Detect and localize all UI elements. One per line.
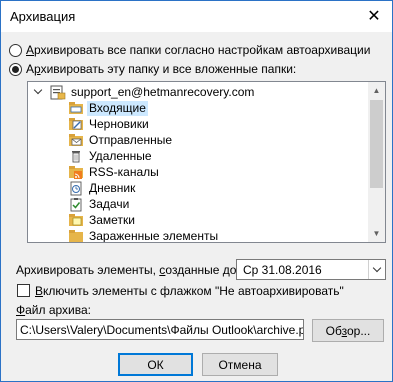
tree-item-label: Черновики: [89, 116, 149, 131]
radio-archive-all-circle[interactable]: [9, 43, 22, 57]
rss-icon: [68, 165, 84, 180]
include-no-autoarchive-label: Включить элементы с флажком "Не автоархи…: [35, 284, 344, 298]
archive-file-label: Файл архива:: [16, 303, 92, 317]
ok-button[interactable]: ОК: [118, 353, 193, 376]
tasks-icon: [68, 197, 84, 212]
radio-archive-this-folder-label: Архивировать эту папку и все вложенные п…: [26, 62, 297, 76]
radio-archive-all[interactable]: Архивировать все папки согласно настройк…: [9, 42, 370, 58]
tree-item-sent[interactable]: Отправленные: [68, 132, 174, 148]
tree-item-label: Зараженные элементы: [89, 228, 219, 243]
chevron-down-icon[interactable]: [34, 87, 44, 97]
tree-scrollbar[interactable]: ▲ ▼: [368, 82, 385, 242]
close-button[interactable]: ✕: [356, 1, 392, 31]
tree-item-deleted[interactable]: Удаленные: [68, 148, 154, 164]
radio-archive-this-folder[interactable]: Архивировать эту папку и все вложенные п…: [9, 61, 296, 77]
tree-item-label: Отправленные: [89, 132, 173, 147]
tree-account-row[interactable]: support_en@hetmanrecovery.com: [34, 84, 256, 100]
scroll-thumb[interactable]: [370, 100, 383, 188]
cancel-button-label: Отмена: [218, 357, 262, 372]
date-dropdown-button[interactable]: [368, 260, 385, 279]
notes-icon: [68, 213, 84, 228]
archive-file-path-input[interactable]: C:\Users\Valery\Documents\Файлы Outlook\…: [16, 319, 304, 340]
radio-archive-all-label: Архивировать все папки согласно настройк…: [26, 43, 371, 57]
archive-dialog: Архивация ✕ Архивировать все папки согла…: [0, 0, 393, 382]
tree-item-journal[interactable]: Дневник: [68, 180, 137, 196]
tree-item-label: Задачи: [89, 196, 130, 211]
chevron-down-icon: [372, 263, 382, 273]
archive-file-path-value: C:\Users\Valery\Documents\Файлы Outlook\…: [20, 323, 304, 337]
browse-button[interactable]: Обзор...: [312, 319, 384, 342]
tree-item-tasks[interactable]: Задачи: [68, 196, 131, 212]
radio-archive-this-folder-circle[interactable]: [9, 62, 22, 76]
window-title: Архивация: [10, 9, 76, 24]
tree-item-label: Заметки: [89, 212, 135, 227]
tree-item-label: Дневник: [89, 180, 136, 195]
tree-item-notes[interactable]: Заметки: [68, 212, 137, 228]
inbox-icon: [68, 101, 84, 116]
trash-icon: [68, 149, 84, 164]
scroll-down-icon[interactable]: ▼: [368, 225, 385, 242]
folder-tree[interactable]: support_en@hetmanrecovery.com Входящие Ч…: [27, 81, 386, 243]
archive-before-date-value: Ср 31.08.2016: [243, 263, 322, 277]
tree-item-rss[interactable]: RSS-каналы: [68, 164, 161, 180]
tree-item-infected[interactable]: Зараженные элементы: [68, 228, 220, 243]
drafts-icon: [68, 117, 84, 132]
tree-item-inbox[interactable]: Входящие: [68, 100, 148, 116]
tree-item-label: RSS-каналы: [89, 164, 159, 179]
cancel-button[interactable]: Отмена: [202, 353, 278, 376]
scroll-up-icon[interactable]: ▲: [368, 82, 385, 99]
journal-icon: [68, 181, 84, 196]
folder-icon: [68, 229, 84, 243]
ok-button-label: ОК: [147, 357, 164, 372]
tree-item-label: Входящие: [87, 100, 148, 116]
browse-button-label: Обзор...: [325, 323, 371, 338]
tree-item-drafts[interactable]: Черновики: [68, 116, 151, 132]
close-icon: ✕: [367, 8, 381, 25]
title-bar: Архивация ✕: [1, 1, 392, 32]
include-no-autoarchive-checkbox[interactable]: [17, 284, 30, 297]
mailbox-icon: [50, 85, 66, 100]
archive-before-label: Архивировать элементы, созданные до:: [16, 263, 240, 277]
tree-item-label: Удаленные: [89, 148, 152, 163]
archive-before-date-select[interactable]: Ср 31.08.2016: [236, 259, 386, 280]
sent-icon: [68, 133, 84, 148]
tree-account-label: support_en@hetmanrecovery.com: [71, 84, 255, 99]
